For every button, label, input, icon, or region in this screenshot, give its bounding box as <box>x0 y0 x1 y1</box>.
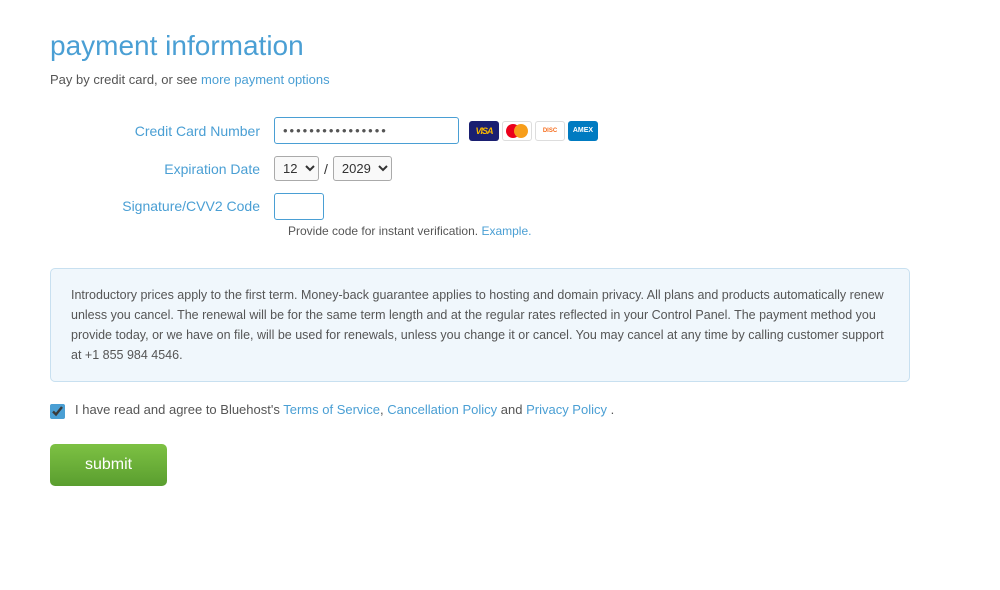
cvv-hint: Provide code for instant verification. E… <box>288 224 531 238</box>
expiry-month-select[interactable]: 01 02 03 04 05 06 07 08 09 10 11 12 <box>274 156 319 181</box>
subtitle-text: Pay by credit card, or see <box>50 72 201 87</box>
agreement-and: and <box>501 402 526 417</box>
visa-icon: VISA <box>469 121 499 141</box>
cvv-hint-text: Provide code for instant verification. <box>288 224 478 238</box>
cvv-example-link[interactable]: Example. <box>481 224 531 238</box>
page-title: payment information <box>50 30 950 62</box>
discover-icon: DISC <box>535 121 565 141</box>
cvv-input[interactable] <box>274 193 324 220</box>
agreement-comma: , <box>380 402 384 417</box>
expiry-separator: / <box>324 161 328 177</box>
agreement-checkbox[interactable] <box>50 404 65 419</box>
notice-box: Introductory prices apply to the first t… <box>50 268 910 382</box>
expiration-label: Expiration Date <box>70 161 260 177</box>
agreement-row: I have read and agree to Bluehost's Term… <box>50 402 950 419</box>
mastercard-icon <box>502 121 532 141</box>
credit-card-input[interactable] <box>274 117 459 144</box>
expiration-date-row: Expiration Date 01 02 03 04 05 06 07 08 … <box>70 156 950 181</box>
credit-card-label: Credit Card Number <box>70 123 260 139</box>
more-payment-options-link[interactable]: more payment options <box>201 72 330 87</box>
agreement-text: I have read and agree to Bluehost's Term… <box>75 402 614 417</box>
agreement-prefix: I have read and agree to Bluehost's <box>75 402 283 417</box>
amex-icon: AMEX <box>568 121 598 141</box>
privacy-link[interactable]: Privacy Policy <box>526 402 607 417</box>
cvv-row: Signature/CVV2 Code Provide code for ins… <box>70 193 950 238</box>
expiry-selects: 01 02 03 04 05 06 07 08 09 10 11 12 / 20… <box>274 156 392 181</box>
mc-yellow-circle <box>514 124 528 138</box>
notice-text: Introductory prices apply to the first t… <box>71 288 884 362</box>
submit-button[interactable]: submit <box>50 444 167 486</box>
tos-link[interactable]: Terms of Service <box>283 402 380 417</box>
credit-card-row: Credit Card Number VISA DISC AMEX <box>70 117 950 144</box>
agreement-period: . <box>611 402 615 417</box>
expiry-year-select[interactable]: 2024 2025 2026 2027 2028 2029 2030 2031 … <box>333 156 392 181</box>
cvv-label: Signature/CVV2 Code <box>70 198 260 214</box>
cancellation-link[interactable]: Cancellation Policy <box>387 402 497 417</box>
cvv-wrapper: Provide code for instant verification. E… <box>274 193 531 238</box>
card-icons: VISA DISC AMEX <box>469 121 598 141</box>
payment-form: Credit Card Number VISA DISC AMEX Expira… <box>70 117 950 238</box>
subtitle: Pay by credit card, or see more payment … <box>50 72 950 87</box>
